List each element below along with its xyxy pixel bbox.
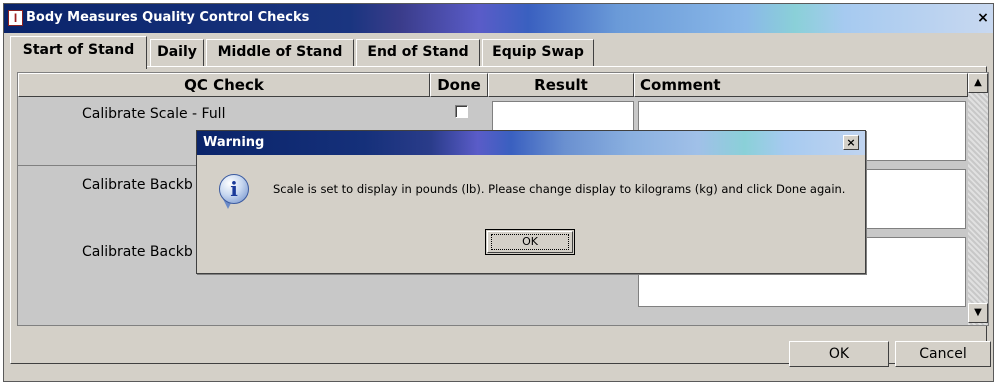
dialog-close-button[interactable]: × (843, 135, 859, 150)
title-bar[interactable]: I Body Measures Quality Control Checks × (4, 4, 993, 33)
scroll-up-icon[interactable]: ▲ (968, 73, 988, 93)
window-title: Body Measures Quality Control Checks (26, 10, 310, 25)
info-icon: i (219, 174, 249, 204)
column-header-comment[interactable]: Comment (634, 73, 968, 97)
done-checkbox[interactable] (455, 105, 468, 118)
dialog-title: Warning (203, 135, 265, 150)
dialog-title-bar[interactable]: Warning × (197, 131, 865, 155)
tab-end-of-stand[interactable]: End of Stand (356, 39, 480, 66)
row-check-label: Calibrate Backb (82, 244, 193, 260)
column-header-result[interactable]: Result (488, 73, 634, 97)
app-icon: I (8, 10, 23, 26)
dialog-ok-button[interactable]: OK (485, 229, 575, 255)
tab-equip-swap[interactable]: Equip Swap (482, 39, 594, 66)
row-check-label: Calibrate Scale - Full (82, 106, 226, 122)
row-check-label: Calibrate Backb (82, 177, 193, 193)
ok-button[interactable]: OK (789, 341, 889, 367)
tab-daily[interactable]: Daily (150, 39, 204, 66)
window-close-button[interactable]: × (975, 10, 991, 26)
column-header-done[interactable]: Done (430, 73, 488, 97)
column-header-qc-check[interactable]: QC Check (18, 73, 430, 97)
warning-dialog: Warning × i Scale is set to display in p… (196, 130, 866, 274)
scroll-down-icon[interactable]: ▼ (968, 303, 988, 323)
dialog-message: Scale is set to display in pounds (lb). … (273, 182, 846, 196)
tab-middle-of-stand[interactable]: Middle of Stand (206, 39, 354, 66)
vertical-scrollbar[interactable]: ▲ ▼ (968, 73, 988, 325)
cancel-button[interactable]: Cancel (895, 341, 991, 367)
focus-ring (491, 234, 569, 250)
tab-start-of-stand[interactable]: Start of Stand (10, 36, 147, 69)
